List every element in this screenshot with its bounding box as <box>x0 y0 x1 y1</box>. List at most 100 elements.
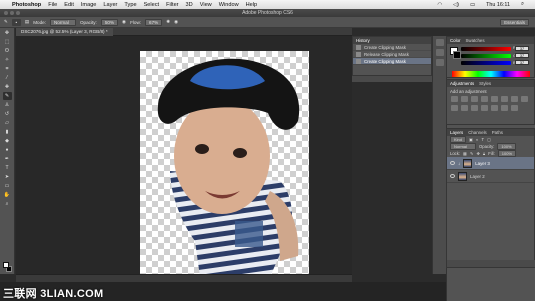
tab-adjustments[interactable]: Adjustments <box>450 81 474 86</box>
layer-row-selected[interactable]: ↓ Layer 3 <box>447 157 534 170</box>
menu-edit[interactable]: Edit <box>64 2 74 8</box>
history-item-selected[interactable]: Create Clipping Mask <box>353 58 431 65</box>
tab-swatches[interactable]: Swatches <box>466 38 485 43</box>
menu-help[interactable]: Help <box>246 2 258 8</box>
selective-color-adjustment-icon[interactable] <box>511 105 518 111</box>
brush-tool-icon[interactable]: ✎ <box>4 19 8 25</box>
visibility-eye-icon[interactable] <box>450 161 455 165</box>
menu-file[interactable]: File <box>48 2 57 8</box>
layer-name[interactable]: Layer 3 <box>475 161 490 166</box>
volume-icon[interactable]: ◁) <box>453 2 459 8</box>
zoom-window-icon[interactable] <box>16 11 20 15</box>
color-spectrum-bar[interactable] <box>452 71 530 77</box>
type-tool-icon[interactable]: T <box>3 164 12 172</box>
pressure-size-icon[interactable]: ◉ <box>174 19 178 25</box>
dodge-tool-icon[interactable]: ● <box>3 146 12 154</box>
layer-row[interactable]: Layer 2 <box>447 170 534 183</box>
path-selection-tool-icon[interactable]: ➤ <box>3 173 12 181</box>
menu-layer[interactable]: Layer <box>103 2 117 8</box>
hue-saturation-adjustment-icon[interactable] <box>501 96 508 102</box>
minimize-window-icon[interactable] <box>10 11 14 15</box>
black-white-adjustment-icon[interactable] <box>521 96 528 102</box>
filter-adjustment-icon[interactable]: ◐ <box>476 137 479 142</box>
curves-adjustment-icon[interactable] <box>471 96 478 102</box>
green-slider[interactable] <box>461 54 511 58</box>
eyedropper-tool-icon[interactable]: ⁄ <box>3 74 12 82</box>
history-brush-tool-icon[interactable]: ↺ <box>3 110 12 118</box>
wifi-icon[interactable]: ◠ <box>437 2 442 8</box>
mode-select[interactable]: Normal <box>49 18 76 26</box>
layer-fill-input[interactable]: 100% <box>497 150 516 157</box>
menu-3d[interactable]: 3D <box>186 2 193 8</box>
brightness-adjustment-icon[interactable] <box>451 96 458 102</box>
tab-color[interactable]: Color <box>450 38 461 43</box>
tab-styles[interactable]: Styles <box>479 81 491 86</box>
blue-value[interactable]: 37 <box>515 60 529 65</box>
threshold-adjustment-icon[interactable] <box>491 105 498 111</box>
lock-all-icon[interactable]: 🔒︎ <box>483 151 485 156</box>
marquee-tool-icon[interactable]: ⬚ <box>3 38 12 46</box>
info-panel-icon[interactable] <box>435 59 444 66</box>
spotlight-search-icon[interactable]: ⌕ <box>521 1 524 8</box>
menu-image[interactable]: Image <box>81 2 97 8</box>
filter-shape-icon[interactable]: ▢ <box>487 137 491 142</box>
exposure-adjustment-icon[interactable] <box>481 96 488 102</box>
tab-paths[interactable]: Paths <box>492 130 503 135</box>
filter-pixel-icon[interactable]: ▣ <box>469 137 473 142</box>
blur-tool-icon[interactable]: ◆ <box>3 137 12 145</box>
lock-position-icon[interactable]: ✥ <box>477 151 481 156</box>
lock-paint-icon[interactable]: ✎ <box>470 151 474 156</box>
hand-tool-icon[interactable]: ✋ <box>3 191 12 199</box>
channel-mixer-adjustment-icon[interactable] <box>461 105 468 111</box>
brush-preset-picker[interactable]: • <box>11 18 21 26</box>
history-item[interactable]: Create Clipping Mask <box>353 44 431 51</box>
brush-tool-icon[interactable]: ✎ <box>2 92 12 100</box>
blue-slider[interactable] <box>461 61 511 65</box>
history-panel-icon[interactable] <box>435 39 444 46</box>
tab-layers[interactable]: Layers <box>450 130 463 135</box>
opacity-input[interactable]: 50% <box>100 18 119 26</box>
foreground-color-swatch[interactable] <box>3 262 9 268</box>
posterize-adjustment-icon[interactable] <box>481 105 488 111</box>
menu-select[interactable]: Select <box>144 2 160 8</box>
gradient-map-adjustment-icon[interactable] <box>501 105 508 111</box>
invert-adjustment-icon[interactable] <box>471 105 478 111</box>
lock-transparent-icon[interactable]: ▦ <box>463 151 467 156</box>
lasso-tool-icon[interactable]: ʘ <box>3 47 12 55</box>
filter-type-icon[interactable]: T <box>482 137 485 142</box>
color-balance-adjustment-icon[interactable] <box>511 96 518 102</box>
levels-adjustment-icon[interactable] <box>461 96 468 102</box>
document-canvas[interactable] <box>140 51 309 277</box>
blend-mode-select[interactable]: Normal <box>450 143 476 150</box>
gradient-tool-icon[interactable]: ▮ <box>3 128 12 136</box>
healing-brush-tool-icon[interactable]: ✚ <box>3 83 12 91</box>
history-item[interactable]: Release Clipping Mask <box>353 51 431 58</box>
layer-kind-select[interactable]: Kind <box>450 136 467 143</box>
layer-opacity-input[interactable]: 100% <box>497 143 516 150</box>
airbrush-icon[interactable]: ✺ <box>166 19 170 25</box>
pressure-opacity-icon[interactable]: ◉ <box>122 19 126 25</box>
flow-input[interactable]: 67% <box>145 18 163 26</box>
zoom-tool-icon[interactable]: ⌕ <box>3 200 12 208</box>
brush-panel-icon[interactable]: ▤ <box>25 19 29 25</box>
move-tool-icon[interactable]: ✥ <box>3 29 12 37</box>
eraser-tool-icon[interactable]: ▱ <box>3 119 12 127</box>
visibility-eye-icon[interactable] <box>450 174 455 178</box>
workspace-select[interactable]: Essentials <box>500 19 529 26</box>
pen-tool-icon[interactable]: ✒ <box>3 155 12 163</box>
menu-filter[interactable]: Filter <box>166 2 178 8</box>
battery-icon[interactable]: ▭ <box>470 2 475 8</box>
red-value[interactable]: 37 <box>515 46 529 51</box>
document-tab[interactable]: DSC2076.jpg @ 52.5% (Layer 3, RGB/8) * <box>16 28 113 36</box>
properties-panel-icon[interactable] <box>435 49 444 56</box>
rectangle-tool-icon[interactable]: ▭ <box>3 182 12 190</box>
layer-name[interactable]: Layer 2 <box>470 174 485 179</box>
green-value[interactable]: 37 <box>515 53 529 58</box>
tab-channels[interactable]: Channels <box>468 130 487 135</box>
menu-view[interactable]: View <box>200 2 212 8</box>
quick-select-tool-icon[interactable]: ✧ <box>3 56 12 64</box>
color-background-chip[interactable] <box>453 51 461 59</box>
menu-app-name[interactable]: Photoshop <box>12 2 41 8</box>
vibrance-adjustment-icon[interactable] <box>491 96 498 102</box>
menubar-clock[interactable]: Thu 16:11 <box>486 2 510 8</box>
